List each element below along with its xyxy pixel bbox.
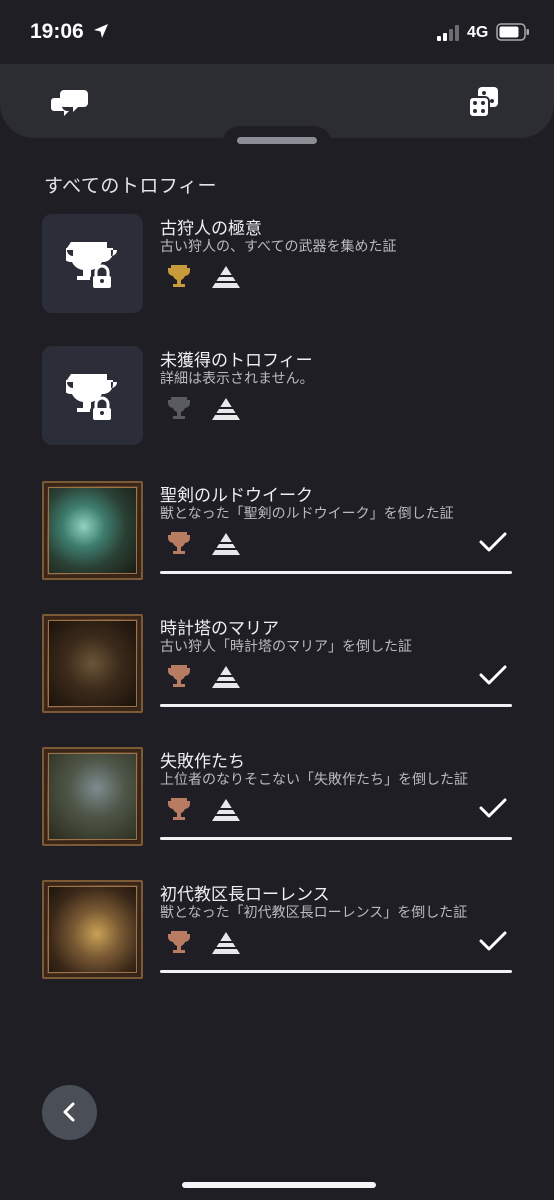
trophy-lock-icon: [66, 374, 117, 422]
rarity-pyramid-icon: [212, 533, 240, 555]
back-button[interactable]: [42, 1085, 97, 1140]
trophy-row[interactable]: 初代教区長ローレンス 獣となった「初代教区長ローレンス」を倒した証: [42, 880, 512, 992]
checkmark-icon: [479, 532, 507, 552]
rarity-pyramid-icon: [212, 666, 240, 688]
locked-trophy-thumbnail: [42, 214, 143, 313]
drag-handle[interactable]: [237, 137, 317, 144]
checkmark-icon: [479, 931, 507, 951]
rarity-pyramid-icon: [212, 799, 240, 821]
battery-icon: [496, 23, 529, 41]
trophy-artwork: [42, 481, 143, 580]
bronze-trophy-icon: [168, 665, 190, 687]
bronze-trophy-icon: [168, 798, 190, 820]
rarity-pyramid-icon: [212, 266, 240, 288]
chevron-left-icon: [63, 1102, 75, 1122]
hidden-trophy-icon: [168, 397, 190, 419]
signal-icon: [437, 25, 459, 41]
progress-line: [160, 837, 512, 840]
rarity-pyramid-icon: [212, 932, 240, 954]
trophy-description: 古い狩人「時計塔のマリア」を倒した証: [160, 639, 412, 655]
gold-trophy-icon: [168, 265, 190, 287]
top-bar: [0, 64, 554, 144]
trophy-row[interactable]: 失敗作たち 上位者のなりそこない「失敗作たち」を倒した証: [42, 747, 512, 859]
checkmark-icon: [479, 665, 507, 685]
dice-icon[interactable]: [466, 84, 502, 120]
trophy-description: 獣となった「聖剣のルドウイーク」を倒した証: [160, 506, 454, 522]
status-bar: 19:06 4G: [0, 0, 554, 64]
trophy-description: 古い狩人の、すべての武器を集めた証: [160, 239, 397, 255]
trophy-artwork: [42, 880, 143, 979]
section-title: すべてのトロフィー: [44, 175, 218, 197]
trophy-row[interactable]: 古狩人の極意 古い狩人の、すべての武器を集めた証: [42, 214, 512, 326]
network-label: 4G: [467, 24, 489, 41]
progress-line: [160, 571, 512, 574]
status-time: 19:06: [30, 20, 84, 43]
progress-line: [160, 704, 512, 707]
trophy-description: 詳細は表示されません。: [160, 371, 314, 387]
trophy-row[interactable]: 未獲得のトロフィー 詳細は表示されません。: [42, 346, 512, 458]
rarity-pyramid-icon: [212, 398, 240, 420]
location-arrow-icon: [94, 24, 108, 38]
bronze-trophy-icon: [168, 532, 190, 554]
trophy-artwork: [42, 614, 143, 713]
checkmark-icon: [479, 798, 507, 818]
trophy-row[interactable]: 聖剣のルドウイーク 獣となった「聖剣のルドウイーク」を倒した証: [42, 481, 512, 593]
home-indicator[interactable]: [182, 1182, 376, 1188]
locked-trophy-thumbnail: [42, 346, 143, 445]
trophy-row[interactable]: 時計塔のマリア 古い狩人「時計塔のマリア」を倒した証: [42, 614, 512, 726]
chat-bubbles-icon[interactable]: [50, 84, 90, 120]
trophy-description: 上位者のなりそこない「失敗作たち」を倒した証: [160, 772, 468, 788]
trophy-description: 獣となった「初代教区長ローレンス」を倒した証: [160, 905, 468, 921]
trophy-artwork: [42, 747, 143, 846]
trophy-lock-icon: [66, 242, 117, 290]
progress-line: [160, 970, 512, 973]
bronze-trophy-icon: [168, 931, 190, 953]
